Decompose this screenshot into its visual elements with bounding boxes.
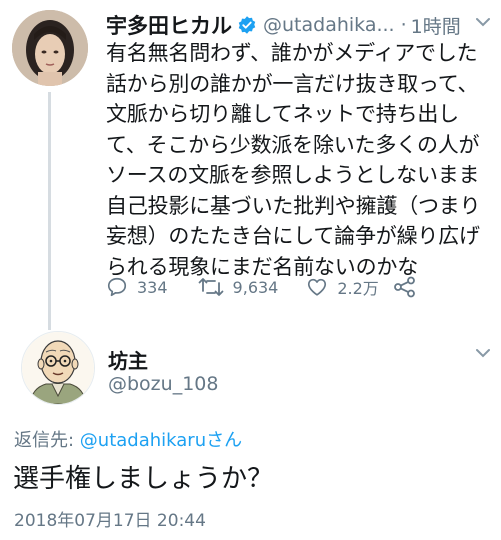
reply-author-handle[interactable]: @bozu_108 — [108, 373, 218, 395]
tweet-actions: 334 9,634 2.2万 — [106, 272, 417, 302]
chevron-down-icon[interactable] — [476, 17, 490, 27]
like-button[interactable]: 2.2万 — [306, 275, 379, 299]
reply-button[interactable]: 334 — [106, 276, 168, 298]
tweet-text-line: 有名無名問わず、誰かがメディアでした — [106, 41, 478, 65]
tweet-text-line: ソースの文脈を参照しようとしないまま — [106, 163, 480, 187]
tweet-text-line: て、そこから少数派を除いた多くの人が — [106, 132, 480, 157]
like-count: 2.2万 — [337, 279, 379, 298]
tweet-text-line: 話から別の誰かが一言だけ抜き取って、 — [106, 71, 479, 96]
thread-connector-line — [48, 92, 51, 330]
tweet-text-line: 自己投影に基づいた批判や擁護（つまり — [106, 193, 481, 218]
separator-dot: · — [400, 14, 407, 36]
replying-to: 返信先: @utadahikaruさん — [14, 426, 242, 452]
retweet-button[interactable]: 9,634 — [198, 276, 279, 298]
replying-to-prefix: 返信先: — [14, 430, 80, 451]
tweet-text-line: 妄想）のたたき台にして論争が繰り広げ — [106, 224, 480, 248]
retweet-count: 9,634 — [232, 277, 279, 297]
tweet-text: 有名無名問わず、誰かがメディアでした 話から別の誰かが一言だけ抜き取って、 文脈… — [106, 38, 498, 282]
reply-author-display-name[interactable]: 坊主 — [108, 345, 148, 374]
share-icon — [393, 276, 415, 298]
retweet-icon — [198, 278, 223, 296]
heart-icon — [308, 278, 327, 296]
author-display-name[interactable]: 宇多田ヒカル — [106, 10, 232, 40]
tweet-header: 宇多田ヒカル @utadahika... · 1時間 — [106, 12, 461, 38]
reply-icon — [107, 277, 127, 297]
tweet-text-line: 文脈から切り離してネットで持ち出し — [106, 102, 459, 126]
replying-to-mention[interactable]: @utadahikaru — [80, 430, 206, 451]
reply-tweet-datetime[interactable]: 2018年07月17日 20:44 — [14, 506, 206, 531]
author-handle[interactable]: @utadahika... — [263, 14, 395, 36]
reply-tweet-text: 選手権しましょうか？ — [13, 464, 274, 494]
reply-author-avatar[interactable] — [21, 331, 95, 405]
share-button[interactable] — [393, 276, 417, 298]
replying-to-suffix: さん — [206, 430, 243, 451]
reply-count: 334 — [137, 277, 168, 297]
author-avatar[interactable] — [12, 10, 88, 86]
chevron-down-icon[interactable] — [476, 348, 490, 358]
verified-badge-icon — [237, 15, 257, 35]
tweet-timestamp[interactable]: 1時間 — [411, 12, 461, 39]
